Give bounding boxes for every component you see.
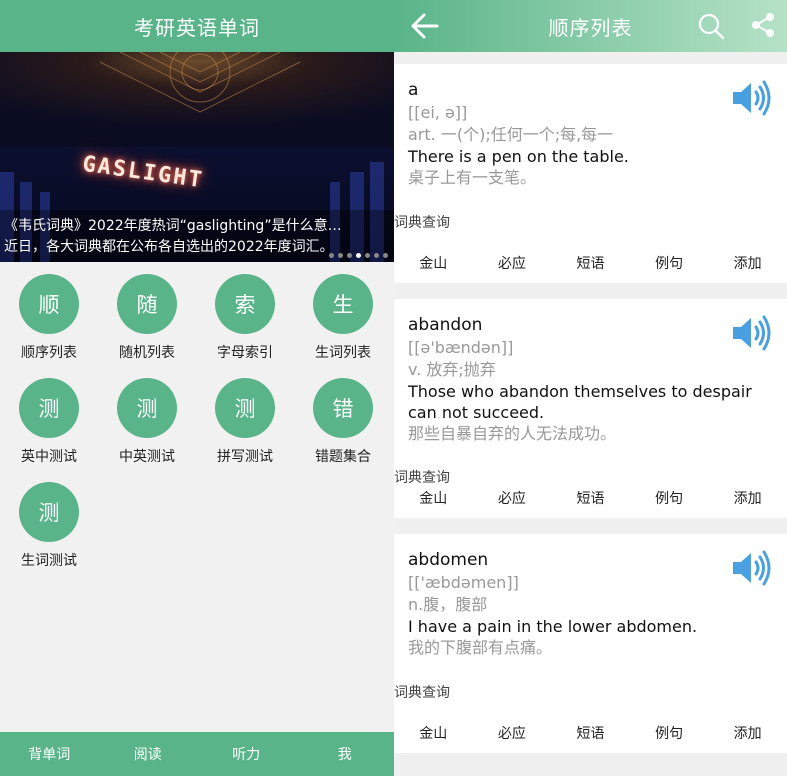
news-banner[interactable]: GASLIGHT 《韦氏词典》2022年度热词“gaslighting”是什么意… (0, 52, 394, 262)
menu-icon: 测 (19, 482, 79, 542)
banner-headline: 《韦氏词典》2022年度热词“gaslighting”是什么意… (4, 218, 342, 234)
word-card[interactable]: abdomen [['æbdəmen]] n.腹，腹部 I have a pai… (394, 534, 787, 753)
app-title: 考研英语单词 (134, 15, 260, 40)
word-meaning: art. 一(个);任何一个;每,每一 (408, 125, 614, 144)
menu-label: 顺序列表 (21, 345, 77, 361)
bottom-nav: 背单词 阅读 听力 我 (0, 732, 394, 776)
word-meaning: v. 放弃;抛弃 (408, 360, 496, 379)
dict-lookup-label: 词典查询 (394, 685, 450, 701)
menu-label: 拼写测试 (217, 449, 273, 465)
speaker-icon[interactable] (731, 315, 773, 351)
menu-icon: 测 (19, 378, 79, 438)
dict-phrase-button[interactable]: 短语 (551, 723, 630, 743)
dict-bing-button[interactable]: 必应 (473, 723, 552, 743)
menu-icon: 索 (215, 274, 275, 334)
dict-kingsoft-button[interactable]: 金山 (394, 253, 473, 273)
add-word-button[interactable]: 添加 (708, 488, 787, 508)
word-card[interactable]: abandon [[ə'bændən]] v. 放弃;抛弃 Those who … (394, 299, 787, 518)
menu-label: 随机列表 (119, 345, 175, 361)
word-phonetic: [[ə'bændən]] (408, 338, 514, 357)
word-headword: abandon (408, 315, 483, 335)
menu-new-words-list[interactable]: 生 生词列表 (294, 274, 392, 362)
menu-cn-en-test[interactable]: 测 中英测试 (98, 378, 196, 466)
example-sentence: Those who abandon themselves to despair … (408, 382, 752, 422)
dict-kingsoft-button[interactable]: 金山 (394, 488, 473, 508)
menu-random-list[interactable]: 随 随机列表 (98, 274, 196, 362)
nav-memorize[interactable]: 背单词 (0, 744, 99, 764)
dict-lookup-label: 词典查询 (394, 215, 450, 231)
dict-example-button[interactable]: 例句 (630, 723, 709, 743)
example-translation: 桌子上有一支笔。 (408, 168, 537, 187)
menu-icon: 随 (117, 274, 177, 334)
share-icon[interactable] (749, 11, 777, 39)
add-word-button[interactable]: 添加 (708, 253, 787, 273)
menu-icon: 错 (313, 378, 373, 438)
menu-label: 中英测试 (119, 449, 175, 465)
nav-listening[interactable]: 听力 (197, 744, 296, 764)
dict-bing-button[interactable]: 必应 (473, 488, 552, 508)
menu-label: 错题集合 (315, 449, 371, 465)
dict-example-button[interactable]: 例句 (630, 488, 709, 508)
dict-example-button[interactable]: 例句 (630, 253, 709, 273)
dict-buttons: 金山 必应 短语 例句 添加 (394, 713, 787, 753)
word-headword: a (408, 80, 419, 100)
example-translation: 那些自暴自弃的人无法成功。 (408, 424, 617, 443)
word-phonetic: [['æbdəmen]] (408, 573, 519, 592)
menu-label: 字母索引 (217, 345, 273, 361)
menu-icon: 顺 (19, 274, 79, 334)
menu-en-cn-test[interactable]: 测 英中测试 (0, 378, 98, 466)
menu-label: 生词测试 (21, 553, 77, 569)
pager-dot-active (356, 253, 361, 258)
feature-grid: 顺 顺序列表 随 随机列表 索 字母索引 生 生词列表 测 英中测试 测 中英测… (0, 262, 394, 570)
dict-buttons: 金山 必应 短语 例句 添加 (394, 243, 787, 283)
dict-bing-button[interactable]: 必应 (473, 253, 552, 273)
add-word-button[interactable]: 添加 (708, 723, 787, 743)
list-title-bar: 顺序列表 (394, 0, 787, 52)
menu-icon: 测 (117, 378, 177, 438)
dict-phrase-button[interactable]: 短语 (551, 488, 630, 508)
word-card[interactable]: a [[ei, ə]] art. 一(个);任何一个;每,每一 There is… (394, 64, 787, 283)
nav-reading[interactable]: 阅读 (99, 744, 198, 764)
example-sentence: I have a pain in the lower abdomen. (408, 617, 698, 636)
menu-new-words-test[interactable]: 测 生词测试 (0, 482, 98, 570)
word-meaning: n.腹，腹部 (408, 595, 488, 614)
nav-me[interactable]: 我 (296, 744, 395, 764)
speaker-icon[interactable] (731, 550, 773, 586)
dict-kingsoft-button[interactable]: 金山 (394, 723, 473, 743)
menu-spelling-test[interactable]: 测 拼写测试 (196, 378, 294, 466)
word-list-screen: 顺序列表 a [[ei, ə]] art. 一(个);任何一个;每,每一 The… (394, 0, 787, 776)
word-headword: abdomen (408, 550, 489, 570)
pager-dot (338, 253, 343, 258)
pager-dot (347, 253, 352, 258)
speaker-icon[interactable] (731, 80, 773, 116)
menu-label: 英中测试 (21, 449, 77, 465)
pager-dot (365, 253, 370, 258)
pager-dot (329, 253, 334, 258)
menu-icon: 测 (215, 378, 275, 438)
search-icon[interactable] (697, 12, 725, 40)
dict-phrase-button[interactable]: 短语 (551, 253, 630, 273)
banner-pager (329, 253, 388, 258)
pager-dot (374, 253, 379, 258)
dict-buttons: 金山 必应 短语 例句 添加 (394, 478, 787, 518)
example-sentence: There is a pen on the table. (408, 147, 629, 166)
menu-mistakes-collection[interactable]: 错 错题集合 (294, 378, 392, 466)
back-arrow-icon[interactable] (410, 12, 440, 40)
example-translation: 我的下腹部有点痛。 (408, 638, 553, 657)
word-phonetic: [[ei, ə]] (408, 103, 468, 122)
menu-letter-index[interactable]: 索 字母索引 (196, 274, 294, 362)
menu-label: 生词列表 (315, 345, 371, 361)
home-screen: 考研英语单词 GASLIGHT 《韦氏词典》2022年度热词“gaslighti… (0, 0, 394, 776)
app-title-bar: 考研英语单词 (0, 0, 394, 52)
banner-summary: 近日，各大词典都在公布各自选出的2022年度词汇。 (4, 239, 334, 255)
pager-dot (383, 253, 388, 258)
menu-sequential-list[interactable]: 顺 顺序列表 (0, 274, 98, 362)
word-list: a [[ei, ə]] art. 一(个);任何一个;每,每一 There is… (394, 52, 787, 753)
menu-icon: 生 (313, 274, 373, 334)
list-title: 顺序列表 (548, 15, 633, 40)
